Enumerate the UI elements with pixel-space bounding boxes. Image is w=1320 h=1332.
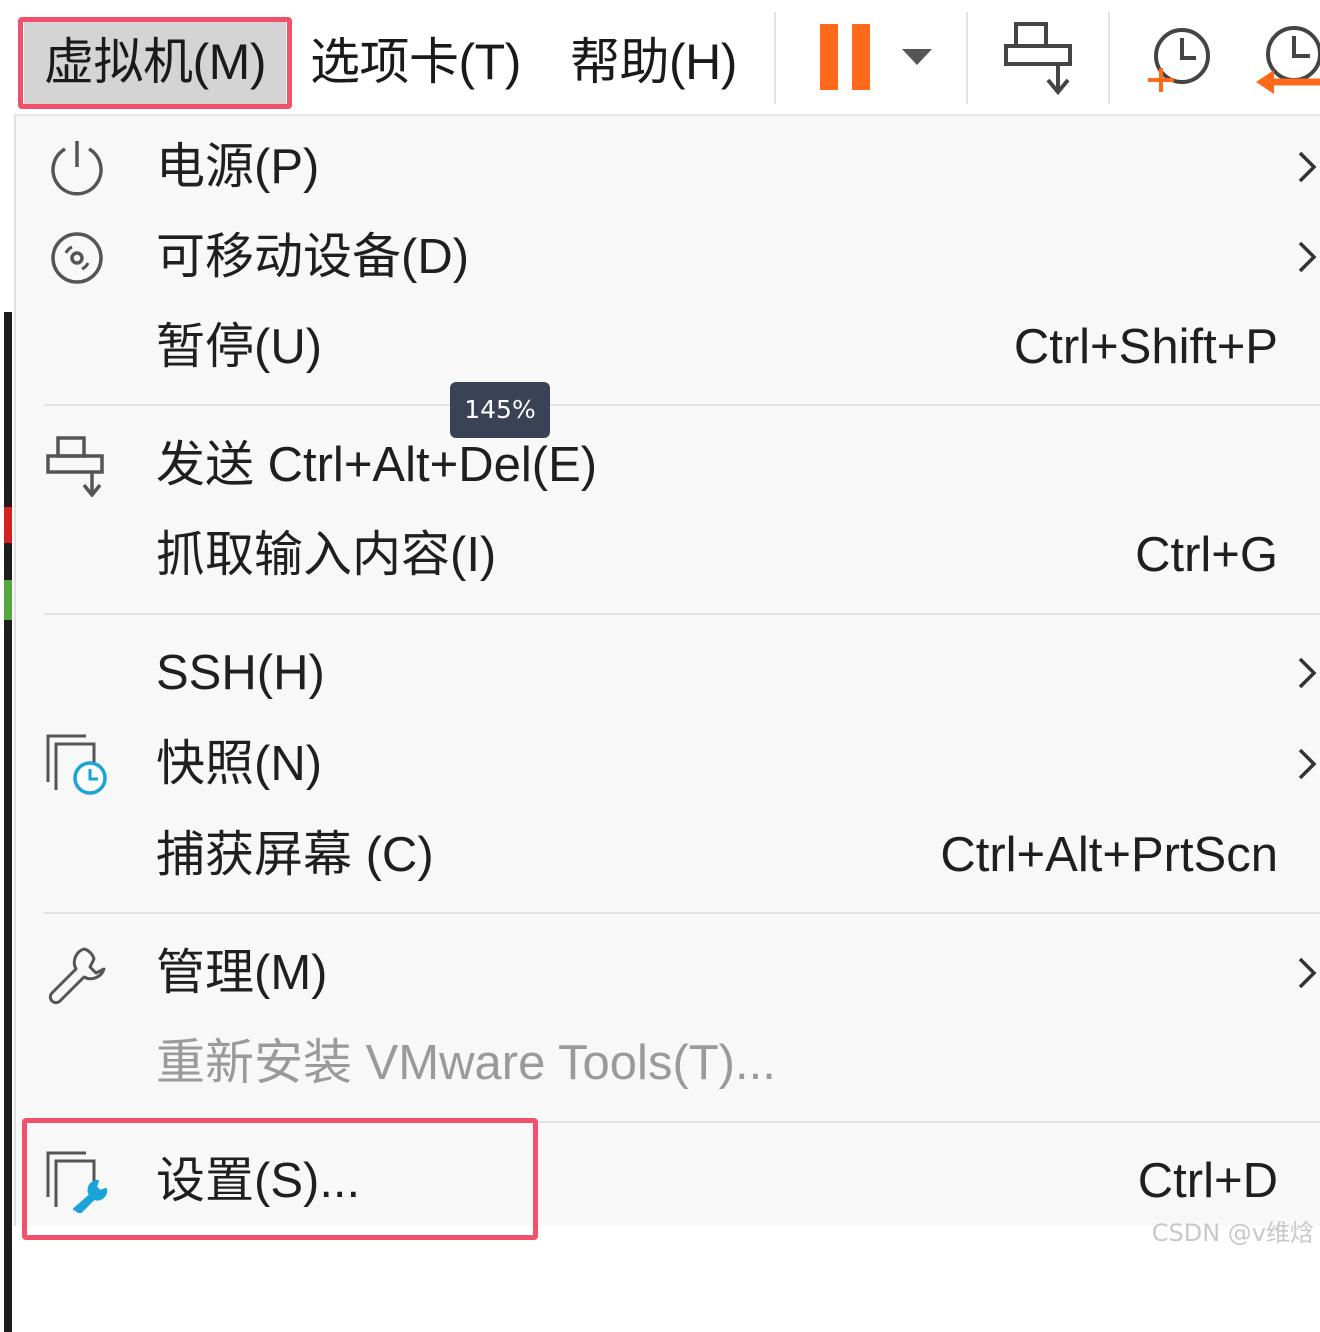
toolbar-separator (966, 12, 968, 104)
menu-item-removable-devices[interactable]: 可移动设备(D) (16, 212, 1320, 302)
menu-item-label: 电源(P) (156, 140, 320, 194)
highlight-box (18, 17, 292, 109)
background-window-edge (0, 112, 14, 1332)
menu-item-label: 捕获屏幕 (C) (156, 828, 434, 882)
toolbar-separator (774, 12, 776, 104)
menu-item-label: 暂停(U) (156, 320, 323, 374)
disc-icon (51, 232, 103, 284)
menu-item-label: 重新安装 VMware Tools(T)... (156, 1036, 776, 1090)
wrench-icon (48, 947, 106, 1005)
menu-item-snapshot[interactable]: 快照(N) (16, 719, 1320, 809)
chevron-right-icon (1298, 657, 1317, 689)
shortcut-text: Ctrl+Alt+PrtScn (940, 828, 1278, 882)
menu-item-power[interactable]: 电源(P) (16, 122, 1320, 212)
menu-item-capture-screen[interactable]: 捕获屏幕 (C) Ctrl+Alt+PrtScn (16, 810, 1320, 900)
zoom-badge: 145% (450, 382, 550, 438)
menu-item-label: 抓取输入内容(I) (156, 528, 497, 582)
menu-tabs[interactable]: 选项卡(T) (310, 18, 521, 106)
take-snapshot-icon[interactable] (1144, 24, 1214, 94)
send-ctrl-alt-del-icon[interactable] (1002, 20, 1076, 96)
dropdown-caret-icon[interactable] (900, 46, 934, 68)
menu-separator (44, 613, 1320, 615)
menu-separator (44, 912, 1320, 914)
highlight-box (22, 1118, 538, 1240)
menu-item-manage[interactable]: 管理(M) (16, 928, 1320, 1018)
menu-item-label: 快照(N) (156, 737, 323, 791)
chevron-right-icon (1298, 957, 1317, 989)
shortcut-text: Ctrl+G (1135, 528, 1278, 582)
menu-separator (44, 404, 1320, 406)
power-icon (51, 141, 103, 196)
menu-item-reinstall-vmware-tools: 重新安装 VMware Tools(T)... (16, 1018, 1320, 1108)
menu-item-label: 管理(M) (156, 946, 328, 1000)
snapshot-icon (46, 734, 107, 795)
menu-item-pause[interactable]: 暂停(U) Ctrl+Shift+P (16, 302, 1320, 392)
menu-item-grab-input[interactable]: 抓取输入内容(I) Ctrl+G (16, 510, 1320, 600)
vm-dropdown-menu: 电源(P) 可移动设备(D) 暂停(U) Ctrl+Shift+P 发送 Ctr (14, 114, 1320, 1226)
watermark: CSDN @v维焓 (1151, 1219, 1314, 1247)
menu-help[interactable]: 帮助(H) (570, 18, 737, 106)
menu-item-label: 可移动设备(D) (156, 230, 470, 284)
send-ctrl-alt-del-icon (46, 436, 104, 497)
chevron-right-icon (1298, 748, 1317, 780)
menu-item-ssh[interactable]: SSH(H) (16, 628, 1320, 718)
shortcut-text: Ctrl+Shift+P (1013, 320, 1278, 374)
menu-item-label: SSH(H) (156, 646, 325, 700)
chevron-right-icon (1298, 241, 1317, 273)
revert-snapshot-icon[interactable] (1254, 24, 1320, 94)
toolbar-separator (1108, 12, 1110, 104)
pause-icon[interactable] (818, 22, 874, 92)
chevron-right-icon (1298, 151, 1317, 183)
menu-item-send-ctrl-alt-del[interactable]: 发送 Ctrl+Alt+Del(E) (16, 420, 1320, 510)
